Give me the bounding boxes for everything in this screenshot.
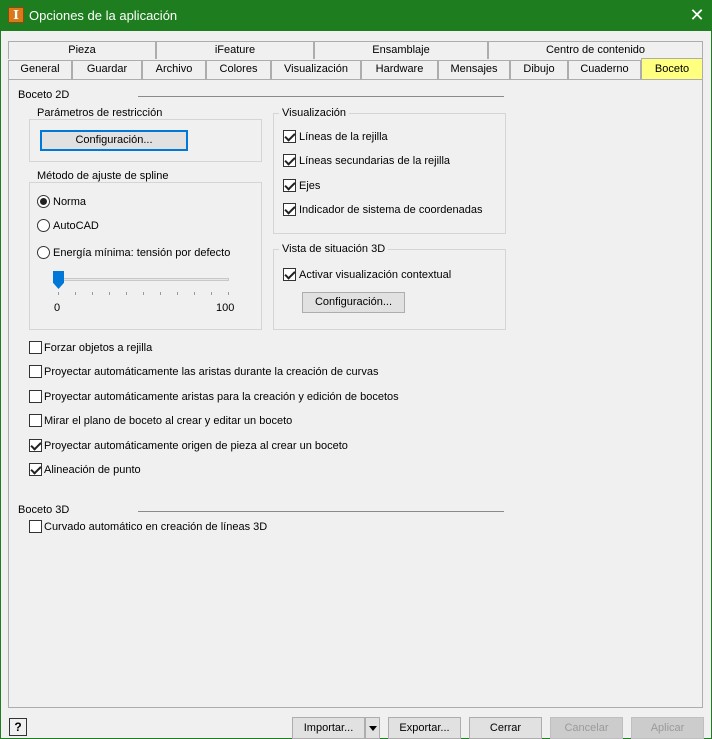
window-title: Opciones de la aplicación (29, 8, 178, 23)
heads-up-settings-button[interactable]: Configuración... (302, 292, 405, 313)
tension-slider-track[interactable] (55, 278, 229, 281)
slider-tick (143, 292, 144, 295)
autoproject-edges-curve-checkbox[interactable] (29, 365, 42, 378)
slider-min-label: 0 (54, 302, 61, 314)
export-button[interactable]: Exportar... (388, 717, 461, 739)
spline-group-title: Método de ajuste de spline (34, 170, 172, 182)
section-divider (138, 96, 504, 97)
autoproject-edges-curve-label: Proyectar automáticamente las aristas du… (44, 366, 379, 378)
slider-tick (194, 292, 195, 295)
look-at-sketch-plane-checkbox[interactable] (29, 414, 42, 427)
restriction-settings-button[interactable]: Configuración... (40, 130, 188, 151)
slider-tick (58, 292, 59, 295)
auto-bend-label: Curvado automático en creación de líneas… (44, 521, 268, 533)
contextual-display-label: Activar visualización contextual (299, 269, 452, 281)
cancel-button[interactable]: Cancelar (550, 717, 623, 739)
help-icon[interactable]: ? (9, 718, 27, 736)
auto-bend-checkbox[interactable] (29, 520, 42, 533)
section-divider (138, 511, 504, 512)
coordinate-indicator-checkbox[interactable] (283, 203, 296, 216)
coordinate-indicator-label: Indicador de sistema de coordenadas (299, 204, 483, 216)
chevron-down-icon (368, 725, 377, 731)
autoproject-origin-checkbox[interactable] (29, 439, 42, 452)
point-alignment-label: Alineación de punto (44, 464, 141, 476)
look-at-sketch-plane-label: Mirar el plano de boceto al crear y edit… (44, 415, 293, 427)
snap-to-grid-label: Forzar objetos a rejilla (44, 342, 153, 354)
slider-max-label: 100 (216, 302, 235, 314)
close-button[interactable]: Cerrar (469, 717, 542, 739)
tab-dibujo[interactable]: Dibujo (510, 60, 568, 79)
minor-grid-lines-label: Líneas secundarias de la rejilla (299, 155, 451, 167)
radio-norma-label: Norma (53, 196, 87, 208)
grid-lines-checkbox[interactable] (283, 130, 296, 143)
window-border-left (0, 31, 1, 739)
grid-lines-label: Líneas de la rejilla (299, 131, 388, 143)
tab-hardware[interactable]: Hardware (361, 60, 438, 79)
slider-tick (109, 292, 110, 295)
close-icon[interactable]: ✕ (688, 5, 706, 25)
tab-mensajes[interactable]: Mensajes (438, 60, 510, 79)
radio-energia-minima-label: Energía mínima: tensión por defecto (53, 247, 231, 259)
minor-grid-lines-checkbox[interactable] (283, 154, 296, 167)
tab-pieza[interactable]: Pieza (8, 41, 156, 59)
section-title-boceto-3d: Boceto 3D (18, 504, 70, 516)
autoproject-edges-sketch-checkbox[interactable] (29, 390, 42, 403)
slider-tick (75, 292, 76, 295)
import-dropdown-button[interactable] (365, 717, 380, 739)
slider-tick (92, 292, 93, 295)
tab-visualizacion[interactable]: Visualización (271, 60, 361, 79)
heads-up-group-title: Vista de situación 3D (279, 243, 389, 255)
axes-checkbox[interactable] (283, 179, 296, 192)
tab-archivo[interactable]: Archivo (142, 60, 206, 79)
app-icon: I (8, 7, 24, 23)
tab-centro-de-contenido[interactable]: Centro de contenido (488, 41, 703, 59)
slider-tick (160, 292, 161, 295)
tab-colores[interactable]: Colores (206, 60, 271, 79)
apply-button[interactable]: Aplicar (631, 717, 704, 739)
autoproject-origin-label: Proyectar automáticamente origen de piez… (44, 440, 348, 452)
autoproject-edges-sketch-label: Proyectar automáticamente aristas para l… (44, 391, 399, 403)
tab-guardar[interactable]: Guardar (72, 60, 142, 79)
radio-autocad-label: AutoCAD (53, 220, 99, 232)
radio-norma[interactable] (37, 195, 50, 208)
tab-ifeature[interactable]: iFeature (156, 41, 314, 59)
tab-boceto[interactable]: Boceto (641, 58, 703, 80)
contextual-display-checkbox[interactable] (283, 268, 296, 281)
display-group-title: Visualización (279, 107, 350, 119)
import-button[interactable]: Importar... (292, 717, 365, 739)
radio-energia-minima[interactable] (37, 246, 50, 259)
radio-autocad[interactable] (37, 219, 50, 232)
slider-tick (126, 292, 127, 295)
axes-label: Ejes (299, 180, 321, 192)
snap-to-grid-checkbox[interactable] (29, 341, 42, 354)
tab-cuaderno[interactable]: Cuaderno (568, 60, 641, 79)
tab-ensamblaje[interactable]: Ensamblaje (314, 41, 488, 59)
slider-tick (211, 292, 212, 295)
heads-up-group (273, 249, 506, 330)
slider-tick (177, 292, 178, 295)
restriction-group-title: Parámetros de restricción (34, 107, 166, 119)
section-title-boceto-2d: Boceto 2D (18, 89, 70, 101)
point-alignment-checkbox[interactable] (29, 463, 42, 476)
tab-general[interactable]: General (8, 60, 72, 79)
slider-tick (228, 292, 229, 295)
